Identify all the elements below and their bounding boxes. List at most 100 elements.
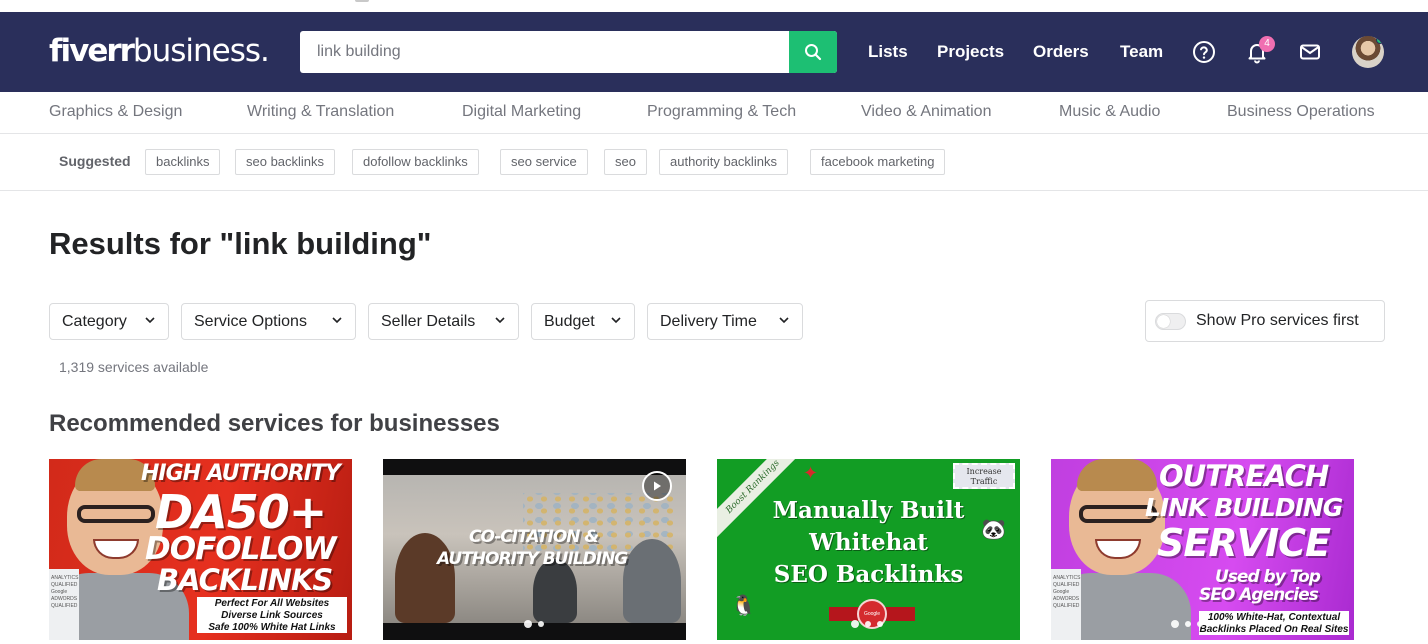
card-headline: AUTHORITY BUILDING (437, 549, 628, 569)
card-subtext-line: Perfect For All Websites (214, 598, 330, 609)
card-headline: DOFOLLOW (145, 531, 337, 567)
card-headline: HIGH AUTHORITY (141, 461, 341, 486)
filter-label: Category (62, 313, 127, 330)
carousel-dot[interactable] (865, 621, 871, 627)
carousel-dot[interactable] (1197, 621, 1203, 627)
stamp-line: Increase (966, 467, 1002, 476)
pro-services-label: Show Pro services first (1196, 312, 1359, 329)
card-headline: SERVICE (1157, 521, 1331, 565)
gig-card-image[interactable]: Boost Rankings ✦ Increase Traffic Manuall… (717, 459, 1020, 640)
star-icon: ✦ (803, 463, 819, 483)
penguin-icon: 🐧 (731, 595, 756, 617)
chevron-down-icon (779, 317, 789, 324)
suggested-chip[interactable]: dofollow backlinks (352, 149, 479, 175)
fiverr-business-logo[interactable]: fiverrbusiness. (49, 31, 270, 71)
card-headline: CO-CITATION & (469, 527, 599, 547)
card-headline: LINK BUILDING (1145, 493, 1343, 522)
carousel-dot[interactable] (851, 620, 859, 628)
card-subtext-line: Diverse Link Sources (221, 610, 323, 621)
filter-label: Delivery Time (660, 313, 757, 330)
pro-services-toggle[interactable] (1155, 313, 1186, 330)
suggested-chip[interactable]: facebook marketing (810, 149, 946, 175)
card-headline: Whitehat (809, 529, 928, 556)
nav-lists-label: Lists (868, 42, 908, 61)
stamp-line: Traffic (970, 477, 998, 486)
increase-traffic-stamp: Increase Traffic (953, 463, 1015, 489)
search-input[interactable] (300, 31, 789, 73)
nav-projects[interactable]: Projects (937, 12, 1004, 92)
card-headline: OUTREACH (1159, 459, 1329, 493)
suggested-chip[interactable]: authority backlinks (659, 149, 788, 175)
carousel-dots (1171, 620, 1203, 628)
top-header: fiverrbusiness. Lists Projects Orders Te… (0, 12, 1428, 92)
card-headline: SEO Backlinks (773, 561, 964, 588)
suggested-chip[interactable]: seo backlinks (235, 149, 336, 175)
gig-card-image[interactable]: ANALYTICS QUALIFIED Google ADWORDS QUALIFIED… (49, 459, 352, 640)
carousel-dot[interactable] (1185, 621, 1191, 627)
nav-team-label: Team (1120, 42, 1164, 61)
chevron-down-icon (332, 317, 342, 324)
category-menu: Graphics & Design Writing & Translation … (0, 92, 1428, 134)
carousel-dot[interactable] (538, 621, 544, 627)
card-headline: SEO Agencies (1199, 585, 1319, 605)
filter-service-options[interactable]: Service Options (181, 303, 356, 340)
filter-budget[interactable]: Budget (531, 303, 635, 340)
certificate-sign: ANALYTICS QUALIFIED Google ADWORDS QUALIFIED (1051, 569, 1081, 640)
card-headline: Manually Built (772, 497, 965, 524)
carousel-dot[interactable] (524, 620, 532, 628)
nav-orders-label: Orders (1033, 42, 1089, 61)
suggested-chip[interactable]: seo service (500, 149, 588, 175)
online-status-dot (1376, 36, 1384, 44)
play-icon (654, 481, 661, 491)
gig-card-video[interactable]: CO-CITATION & AUTHORITY BUILDING (383, 459, 686, 640)
filter-seller-details[interactable]: Seller Details (368, 303, 519, 340)
card-subtext: Perfect For All Websites Diverse Link So… (197, 597, 347, 633)
suggested-chip[interactable]: backlinks (145, 149, 221, 175)
pro-services-toggle-box: Show Pro services first (1145, 300, 1385, 342)
card-headline: Used by Top (1215, 567, 1321, 587)
card-subtext-line: Backlinks Placed On Real Sites (1199, 624, 1349, 635)
user-avatar[interactable] (1352, 36, 1384, 68)
services-count: 1,319 services available (59, 359, 209, 375)
card-subtext-line: 100% White-Hat, Contextual (1207, 612, 1341, 623)
suggested-label: Suggested (59, 153, 131, 169)
play-video-button[interactable] (642, 471, 672, 501)
search-button[interactable] (789, 31, 837, 73)
category-music-audio[interactable]: Music & Audio (1059, 103, 1160, 121)
strip-nub (355, 0, 369, 2)
filter-category[interactable]: Category (49, 303, 169, 340)
filter-delivery-time[interactable]: Delivery Time (647, 303, 803, 340)
nav-orders[interactable]: Orders (1033, 12, 1089, 92)
chevron-down-icon (495, 317, 505, 324)
chevron-down-icon (145, 317, 155, 324)
recommended-title: Recommended services for businesses (49, 410, 500, 437)
gig-card-image[interactable]: ANALYTICS QUALIFIED Google ADWORDS QUALIFIED… (1051, 459, 1354, 640)
search-icon (805, 44, 822, 61)
browser-top-strip (0, 0, 1428, 12)
carousel-dots (524, 620, 544, 628)
category-writing-translation[interactable]: Writing & Translation (247, 103, 394, 121)
category-programming-tech[interactable]: Programming & Tech (647, 103, 796, 121)
carousel-dots (851, 620, 883, 628)
nav-team[interactable]: Team (1120, 12, 1163, 92)
carousel-dot[interactable] (1171, 620, 1179, 628)
logo-sub-text: business. (132, 33, 270, 69)
carousel-dot[interactable] (877, 621, 883, 627)
certificate-sign: ANALYTICS QUALIFIED Google ADWORDS QUALIFIED (49, 569, 79, 640)
notification-badge: 4 (1259, 36, 1275, 52)
chevron-down-icon (611, 317, 621, 324)
card-subtext: 100% White-Hat, Contextual Backlinks Pla… (1199, 611, 1349, 635)
suggested-searches: Suggested backlinks seo backlinks dofoll… (0, 134, 1428, 191)
card-headline: BACKLINKS (157, 563, 333, 597)
help-icon[interactable] (1191, 39, 1217, 65)
suggested-chip[interactable]: seo (604, 149, 647, 175)
category-digital-marketing[interactable]: Digital Marketing (462, 103, 581, 121)
filter-label: Budget (544, 313, 595, 330)
category-graphics-design[interactable]: Graphics & Design (49, 103, 182, 121)
results-title: Results for "link building" (49, 226, 432, 261)
category-video-animation[interactable]: Video & Animation (861, 103, 991, 121)
category-business-operations[interactable]: Business Operations (1227, 103, 1375, 121)
nav-lists[interactable]: Lists (868, 12, 908, 92)
mail-icon[interactable] (1297, 39, 1323, 65)
filter-label: Seller Details (381, 313, 476, 330)
